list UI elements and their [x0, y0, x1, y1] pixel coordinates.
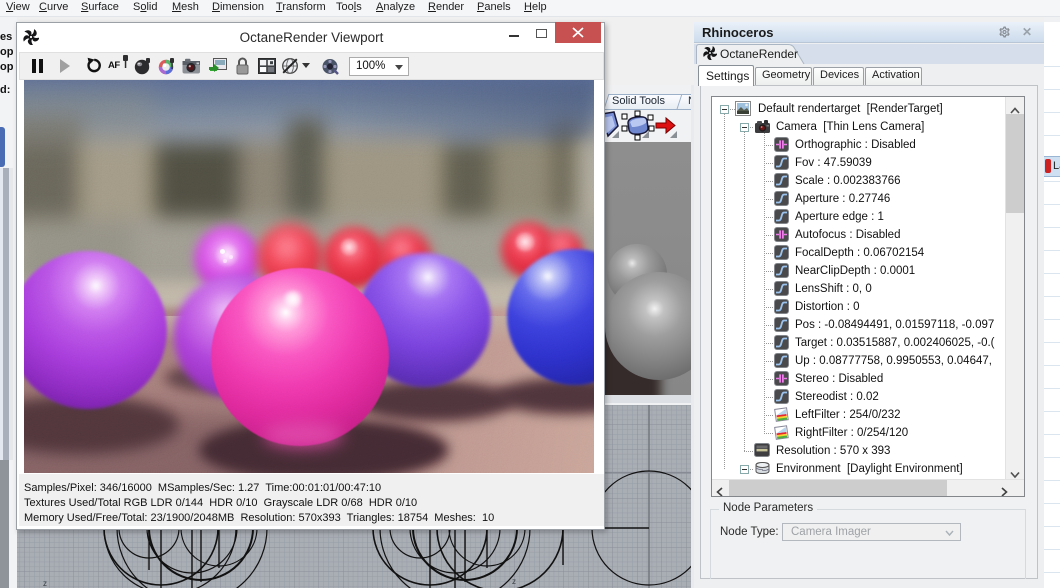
svg-text:z: z: [512, 577, 516, 586]
svg-text:z: z: [43, 579, 47, 588]
